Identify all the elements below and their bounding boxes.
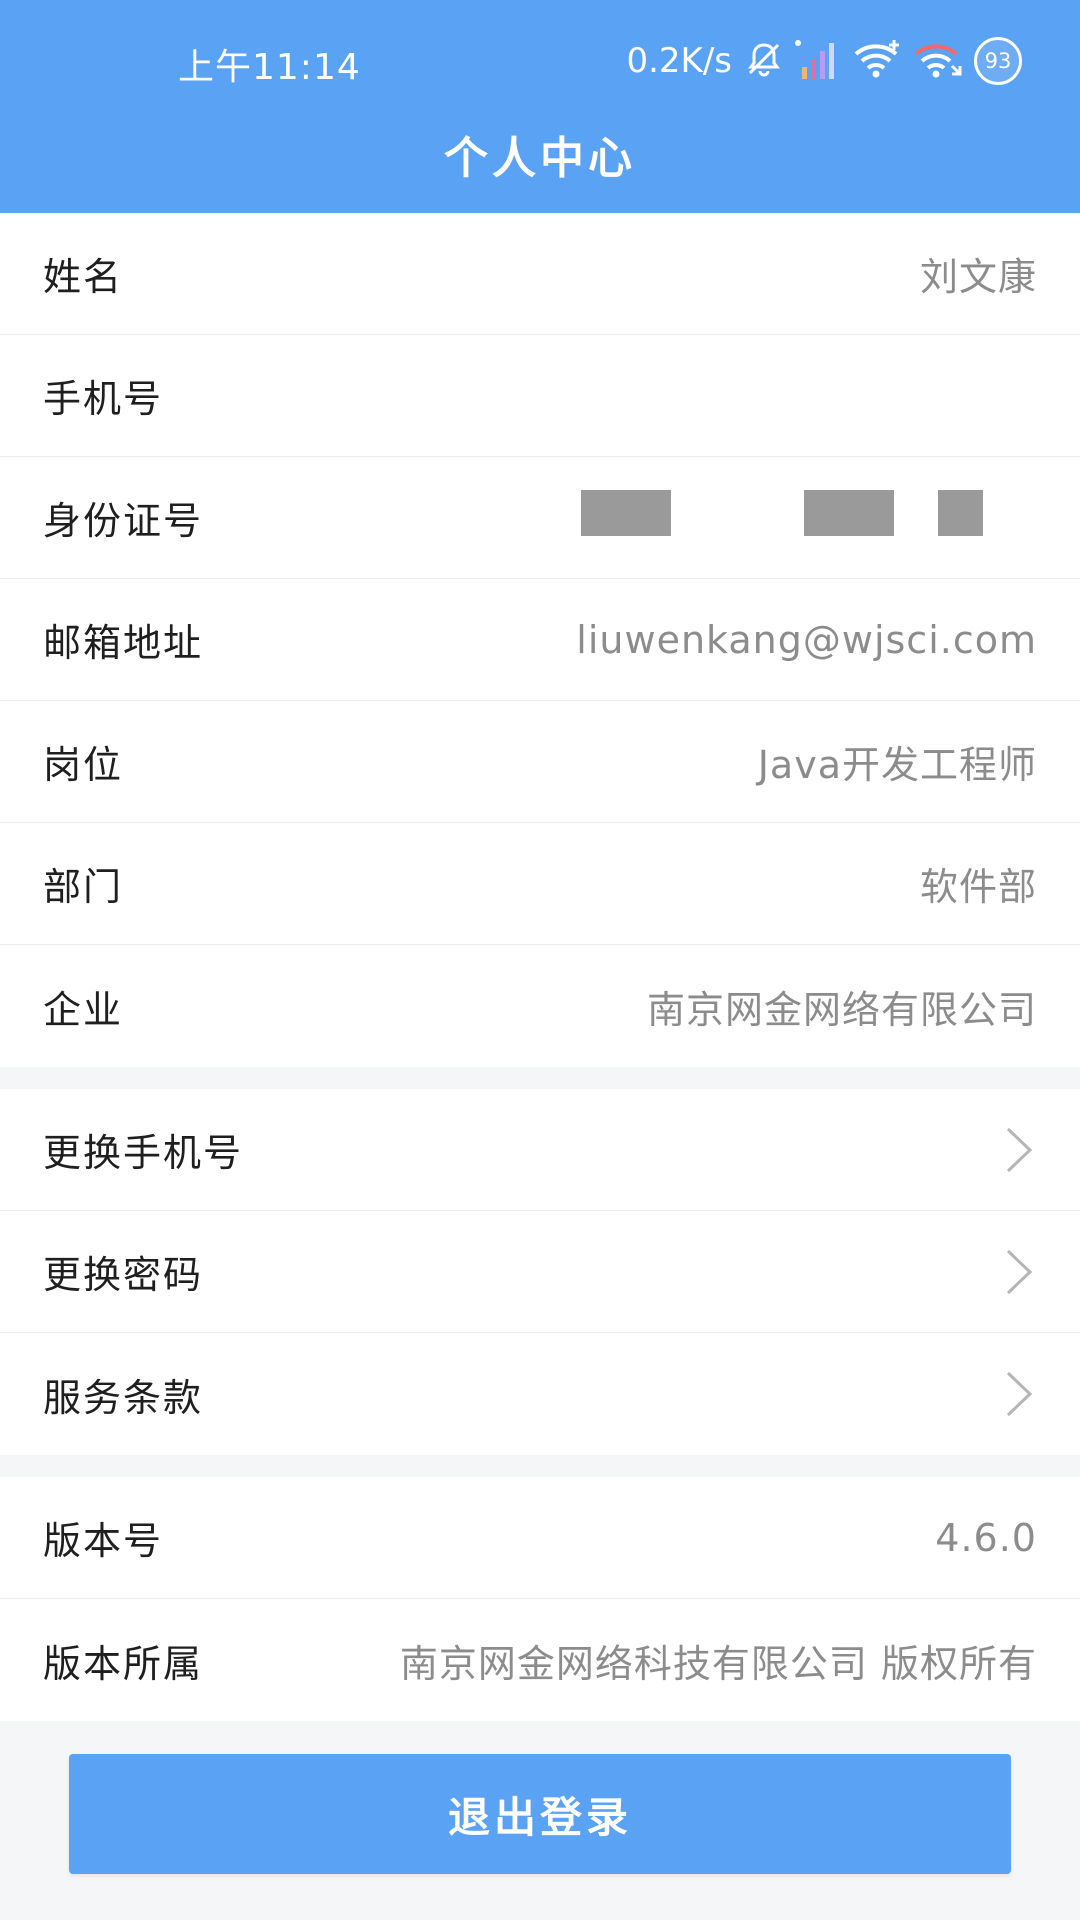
cellular-signal-icon (794, 37, 842, 85)
profile-row-email: 邮箱地址 liuwenkang@wjsci.com (0, 579, 1080, 701)
wifi-signal-icon (912, 38, 964, 84)
change-password-label: 更换密码 (43, 1253, 204, 1297)
copyright-row: 版本所属 南京网金网络科技有限公司 版权所有 (0, 1599, 1080, 1721)
terms-of-service-label: 服务条款 (43, 1375, 204, 1420)
profile-row-name: 姓名 刘文康 (0, 213, 1080, 335)
name-value: 刘文康 (919, 255, 1037, 299)
copyright-label: 版本所属 (43, 1641, 204, 1686)
logout-button[interactable]: 退出登录 (69, 1754, 1011, 1874)
redaction-block (581, 490, 671, 536)
terms-of-service-item[interactable]: 服务条款 (0, 1333, 1080, 1455)
id-number-label: 身份证号 (43, 499, 204, 543)
change-phone-item[interactable]: 更换手机号 (0, 1089, 1080, 1211)
chevron-right-icon (1006, 1371, 1033, 1417)
position-value: Java开发工程师 (757, 743, 1037, 787)
change-phone-label: 更换手机号 (43, 1131, 244, 1175)
profile-row-id-number: 身份证号 (0, 457, 1080, 579)
version-value: 4.6.0 (935, 1515, 1037, 1560)
redaction-block (938, 490, 983, 536)
department-label: 部门 (43, 865, 124, 909)
profile-row-department: 部门 软件部 (0, 823, 1080, 945)
copyright-value: 南京网金网络科技有限公司 版权所有 (399, 1641, 1037, 1686)
actions-group: 更换手机号 更换密码 服务条款 (0, 1089, 1080, 1455)
status-time: 上午11:14 (178, 47, 361, 88)
app-header: 上午11:14 0.2K/s 93 个人中心 (0, 0, 1080, 213)
company-value: 南京网金网络有限公司 (646, 987, 1037, 1032)
status-bar: 上午11:14 0.2K/s 93 (0, 0, 1080, 120)
profile-row-company: 企业 南京网金网络有限公司 (0, 945, 1080, 1067)
profile-row-phone: 手机号 (0, 335, 1080, 457)
version-label: 版本号 (43, 1519, 164, 1563)
department-value: 软件部 (919, 865, 1037, 909)
profile-row-position: 岗位 Java开发工程师 (0, 701, 1080, 823)
battery-icon: 93 (974, 37, 1022, 85)
page-title: 个人中心 (444, 133, 636, 184)
mute-bell-icon (744, 39, 784, 83)
redaction-block (804, 490, 894, 536)
status-icons: 0.2K/s 93 (626, 34, 1022, 88)
company-label: 企业 (43, 987, 124, 1032)
chevron-right-icon (1006, 1249, 1033, 1294)
email-label: 邮箱地址 (43, 621, 204, 665)
wifi-plus-icon (852, 38, 902, 84)
position-label: 岗位 (43, 743, 124, 787)
change-password-item[interactable]: 更换密码 (0, 1211, 1080, 1333)
email-value: liuwenkang@wjsci.com (576, 617, 1037, 662)
phone-label: 手机号 (43, 377, 164, 421)
name-label: 姓名 (43, 255, 124, 299)
version-row: 版本号 4.6.0 (0, 1477, 1080, 1599)
about-group: 版本号 4.6.0 版本所属 南京网金网络科技有限公司 版权所有 (0, 1477, 1080, 1721)
battery-level: 93 (984, 49, 1012, 73)
chevron-right-icon (1006, 1127, 1033, 1172)
profile-group: 姓名 刘文康 手机号 身份证号 邮箱地址 liuwenkang@wjsci.co… (0, 213, 1080, 1067)
net-speed: 0.2K/s (626, 41, 732, 81)
